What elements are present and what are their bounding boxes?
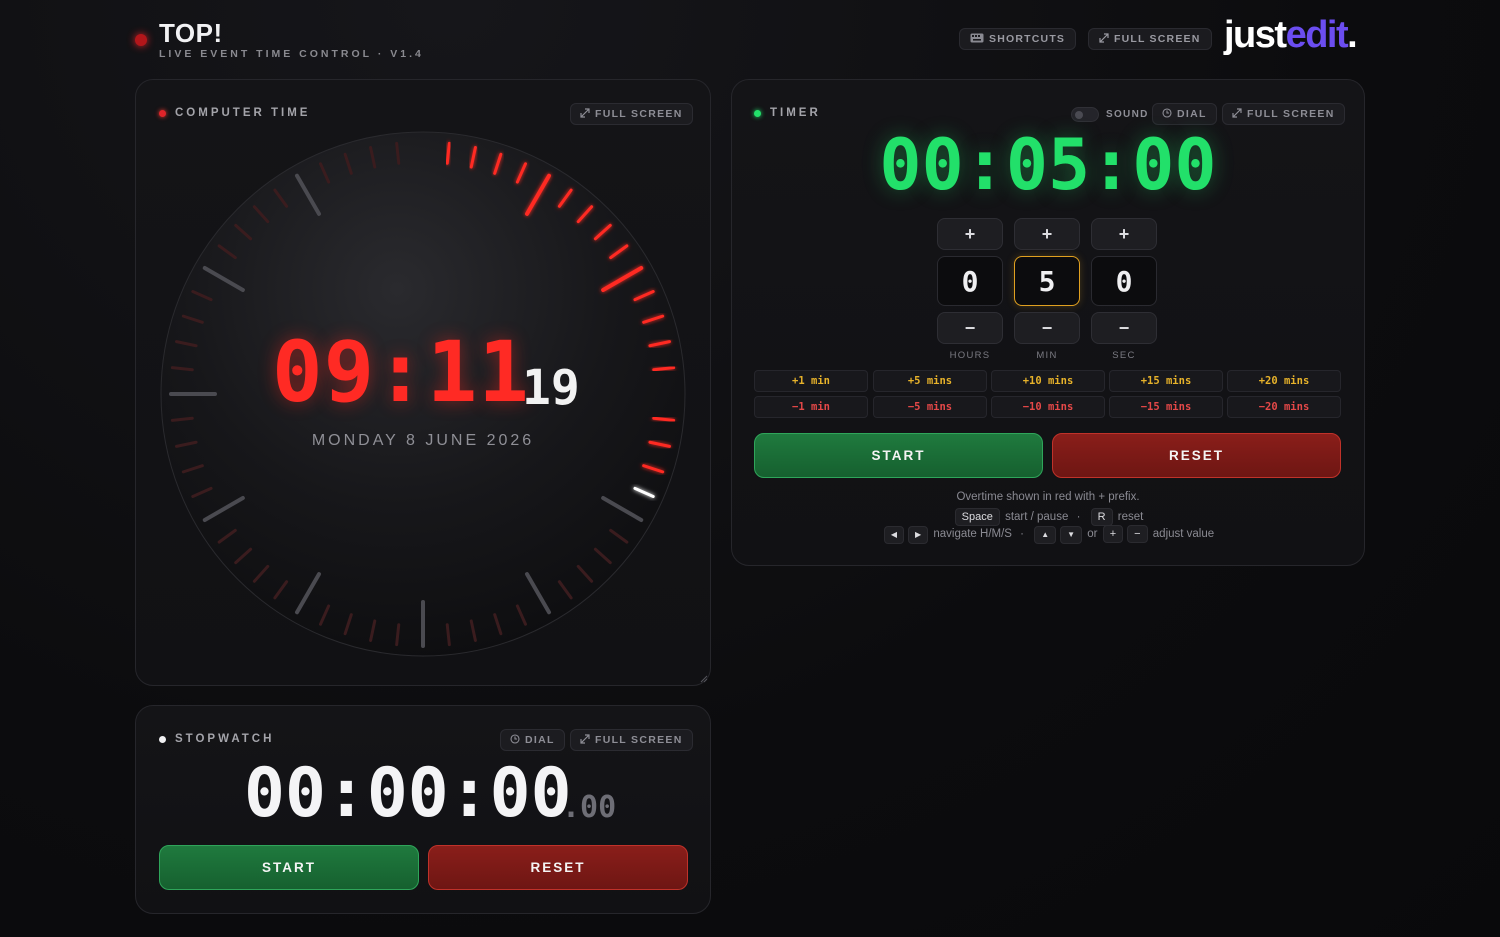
header-fullscreen-button[interactable]: FULL SCREEN bbox=[1088, 28, 1212, 50]
quick-sub-20-button[interactable]: −20 mins bbox=[1227, 396, 1341, 418]
clock-second-tick bbox=[652, 366, 676, 372]
brand-status-dot bbox=[135, 34, 147, 46]
fullscreen-label: FULL SCREEN bbox=[595, 108, 683, 120]
expand-icon bbox=[1232, 107, 1242, 121]
expand-icon bbox=[1099, 32, 1109, 46]
dial-icon bbox=[1162, 107, 1172, 121]
seconds-value[interactable]: 0 bbox=[1091, 256, 1157, 306]
timer-dial-button[interactable]: DIAL bbox=[1152, 103, 1217, 125]
timer-reset-button[interactable]: RESET bbox=[1052, 433, 1341, 478]
quick-add-15-button[interactable]: +15 mins bbox=[1109, 370, 1223, 392]
key-left: ◀ bbox=[883, 526, 904, 544]
clock-second-tick bbox=[170, 366, 194, 372]
logo-just: just bbox=[1224, 14, 1287, 56]
minutes-decrement-button[interactable]: − bbox=[1014, 312, 1080, 344]
clock-second-tick bbox=[170, 416, 194, 422]
sound-toggle[interactable] bbox=[1071, 107, 1099, 122]
stopwatch-led bbox=[159, 735, 166, 743]
clock-second-tick bbox=[652, 416, 676, 422]
fullscreen-label: FULL SCREEN bbox=[1247, 108, 1335, 120]
quick-add-20-button[interactable]: +20 mins bbox=[1227, 370, 1341, 392]
clock-second-tick bbox=[445, 141, 451, 165]
quick-sub-5-button[interactable]: −5 mins bbox=[873, 396, 987, 418]
hours-value[interactable]: 0 bbox=[937, 256, 1003, 306]
help-or: or bbox=[1087, 528, 1098, 540]
just-edit-logo: justedit. bbox=[1224, 14, 1358, 57]
help-reset: reset bbox=[1117, 511, 1144, 523]
minutes-unit-label: MIN bbox=[1036, 350, 1058, 361]
key-up: ▲ bbox=[1034, 526, 1057, 544]
clock-hours-minutes: 09:11 bbox=[272, 323, 530, 421]
stopwatch-fraction: .00 bbox=[562, 790, 617, 825]
logo-edit: edit bbox=[1285, 14, 1349, 56]
dial-icon bbox=[510, 733, 520, 747]
help-shortcuts-line-1: Space start / pause · R reset bbox=[732, 508, 1364, 526]
timer-start-button[interactable]: START bbox=[754, 433, 1043, 478]
quick-sub-15-button[interactable]: −15 mins bbox=[1109, 396, 1223, 418]
quick-add-1-button[interactable]: +1 min bbox=[754, 370, 868, 392]
hours-increment-button[interactable]: + bbox=[937, 218, 1003, 250]
computer-time-label-text: COMPUTER TIME bbox=[175, 107, 311, 119]
sound-label: SOUND bbox=[1106, 109, 1149, 120]
stopwatch-label-text: STOPWATCH bbox=[175, 733, 275, 745]
key-right: ▶ bbox=[907, 526, 929, 544]
quick-sub-10-button[interactable]: −10 mins bbox=[991, 396, 1105, 418]
app-subtitle: LIVE EVENT TIME CONTROL · V1.4 bbox=[159, 48, 424, 60]
key-minus: − bbox=[1127, 525, 1148, 543]
stopwatch-fullscreen-button[interactable]: FULL SCREEN bbox=[570, 729, 693, 751]
minutes-increment-button[interactable]: + bbox=[1014, 218, 1080, 250]
timer-label-text: TIMER bbox=[770, 107, 821, 119]
computer-time-led bbox=[159, 109, 166, 117]
key-down: ▼ bbox=[1060, 526, 1083, 544]
key-space: Space bbox=[954, 508, 1000, 526]
stopwatch-dial-button[interactable]: DIAL bbox=[500, 729, 565, 751]
help-separator: · bbox=[1020, 528, 1025, 540]
keyboard-icon bbox=[970, 33, 984, 46]
clock-second-tick bbox=[395, 141, 401, 165]
quick-add-10-button[interactable]: +10 mins bbox=[991, 370, 1105, 392]
stopwatch-display: 00:00:00 bbox=[244, 754, 572, 833]
seconds-increment-button[interactable]: + bbox=[1091, 218, 1157, 250]
clock-seconds: 19 bbox=[522, 360, 580, 416]
clock-second-tick bbox=[395, 623, 401, 647]
timer-fullscreen-button[interactable]: FULL SCREEN bbox=[1222, 103, 1345, 125]
help-navigate: navigate H/M/S bbox=[933, 528, 1012, 540]
timer-display: 00:05:00 bbox=[879, 124, 1217, 206]
timer-label: TIMER bbox=[754, 107, 821, 119]
help-shortcuts-line-2: ◀ ▶ navigate H/M/S · ▲ ▼ or + − adjust valu… bbox=[732, 525, 1364, 544]
key-r: R bbox=[1090, 508, 1113, 526]
stopwatch-start-button[interactable]: START bbox=[159, 845, 419, 890]
app-title: TOP! bbox=[159, 18, 223, 48]
help-separator: · bbox=[1076, 511, 1081, 523]
help-start-pause: start / pause bbox=[1005, 511, 1069, 523]
fullscreen-label: FULL SCREEN bbox=[1114, 33, 1201, 45]
key-plus: + bbox=[1102, 525, 1124, 543]
clock-second-tick bbox=[445, 623, 451, 647]
expand-icon bbox=[580, 107, 590, 121]
fullscreen-label: FULL SCREEN bbox=[595, 734, 683, 746]
expand-icon bbox=[580, 733, 590, 747]
shortcuts-label: SHORTCUTS bbox=[989, 33, 1066, 45]
seconds-decrement-button[interactable]: − bbox=[1091, 312, 1157, 344]
dial-label: DIAL bbox=[525, 734, 555, 746]
dial-label: DIAL bbox=[1177, 108, 1207, 120]
seconds-unit-label: SEC bbox=[1112, 350, 1136, 361]
stopwatch-label: STOPWATCH bbox=[159, 733, 274, 745]
quick-sub-1-button[interactable]: −1 min bbox=[754, 396, 868, 418]
computer-time-fullscreen-button[interactable]: FULL SCREEN bbox=[570, 103, 693, 125]
shortcuts-button[interactable]: SHORTCUTS bbox=[959, 28, 1077, 50]
computer-time-label: COMPUTER TIME bbox=[159, 107, 310, 119]
help-adjust: adjust value bbox=[1152, 528, 1215, 540]
hours-decrement-button[interactable]: − bbox=[937, 312, 1003, 344]
help-overtime: Overtime shown in red with + prefix. bbox=[956, 491, 1140, 503]
clock-date: MONDAY 8 JUNE 2026 bbox=[311, 432, 535, 449]
stopwatch-reset-button[interactable]: RESET bbox=[428, 845, 688, 890]
hours-unit-label: HOURS bbox=[949, 350, 991, 361]
minutes-value[interactable]: 5 bbox=[1014, 256, 1080, 306]
timer-led bbox=[754, 109, 761, 117]
logo-dot: . bbox=[1347, 14, 1358, 56]
resize-handle-icon[interactable] bbox=[698, 673, 708, 683]
quick-add-5-button[interactable]: +5 mins bbox=[873, 370, 987, 392]
